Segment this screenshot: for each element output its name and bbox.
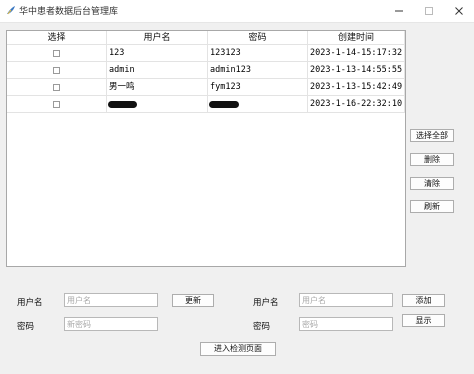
created-cell[interactable]: 2023-1-16-22:32:10 — [308, 96, 405, 113]
password-cell[interactable]: 123123 — [208, 45, 308, 62]
username-cell[interactable] — [107, 96, 208, 113]
password-cell[interactable]: admin123 — [208, 62, 308, 79]
add-username-label: 用户名 — [253, 298, 279, 308]
column-header-select[interactable]: 选择 — [7, 31, 107, 45]
username-cell[interactable]: admin — [107, 62, 208, 79]
refresh-button[interactable]: 刷新 — [410, 200, 454, 213]
row-checkbox[interactable] — [53, 101, 60, 108]
created-cell[interactable]: 2023-1-13-15:42:49 — [308, 79, 405, 96]
add-button[interactable]: 添加 — [402, 294, 445, 307]
select-cell[interactable] — [7, 79, 107, 96]
maximize-icon — [425, 7, 433, 15]
row-checkbox[interactable] — [53, 67, 60, 74]
select-cell[interactable] — [7, 62, 107, 79]
minimize-button[interactable] — [384, 0, 414, 22]
update-password-input[interactable] — [64, 317, 158, 331]
select-all-button[interactable]: 选择全部 — [410, 129, 454, 142]
close-button[interactable] — [444, 0, 474, 22]
select-cell[interactable] — [7, 96, 107, 113]
column-header-password[interactable]: 密码 — [208, 31, 308, 45]
password-cell[interactable]: fym123 — [208, 79, 308, 96]
column-header-created[interactable]: 创建时间 — [308, 31, 405, 45]
update-username-label: 用户名 — [17, 298, 43, 308]
row-checkbox[interactable] — [53, 84, 60, 91]
select-cell[interactable] — [7, 45, 107, 62]
close-icon — [455, 7, 463, 15]
column-header-username[interactable]: 用户名 — [107, 31, 208, 45]
maximize-button[interactable] — [414, 0, 444, 22]
username-cell[interactable]: 123 — [107, 45, 208, 62]
update-button[interactable]: 更新 — [172, 294, 214, 307]
window-title: 华中患者数据后台管理库 — [19, 7, 119, 17]
delete-button[interactable]: 删除 — [410, 153, 454, 166]
title-bar: 华中患者数据后台管理库 — [0, 0, 474, 23]
update-username-input[interactable] — [64, 293, 158, 307]
username-cell[interactable]: 男一鸣 — [107, 79, 208, 96]
password-cell[interactable] — [208, 96, 308, 113]
row-checkbox[interactable] — [53, 50, 60, 57]
created-cell[interactable]: 2023-1-13-14:55:55 — [308, 62, 405, 79]
add-password-label: 密码 — [253, 322, 271, 332]
show-button[interactable]: 显示 — [402, 314, 445, 327]
add-username-input[interactable] — [299, 293, 393, 307]
table-row[interactable]: 123 123123 2023-1-14-15:17:32 — [7, 45, 405, 62]
add-password-input[interactable] — [299, 317, 393, 331]
table-header: 选择 用户名 密码 创建时间 — [7, 31, 405, 45]
redaction-mark — [209, 101, 239, 108]
created-cell[interactable]: 2023-1-14-15:17:32 — [308, 45, 405, 62]
user-table[interactable]: 选择 用户名 密码 创建时间 123 123123 2023-1-14-15:1… — [6, 30, 406, 267]
update-password-label: 密码 — [17, 322, 35, 332]
minimize-icon — [395, 10, 403, 12]
table-row[interactable]: 2023-1-16-22:32:10 — [7, 96, 405, 113]
clear-button[interactable]: 清除 — [410, 177, 454, 190]
python-feather-icon — [6, 5, 16, 15]
table-row[interactable]: 男一鸣 fym123 2023-1-13-15:42:49 — [7, 79, 405, 96]
table-row[interactable]: admin admin123 2023-1-13-14:55:55 — [7, 62, 405, 79]
redaction-mark — [108, 101, 137, 108]
enter-detection-page-button[interactable]: 进入检测页面 — [200, 342, 276, 356]
